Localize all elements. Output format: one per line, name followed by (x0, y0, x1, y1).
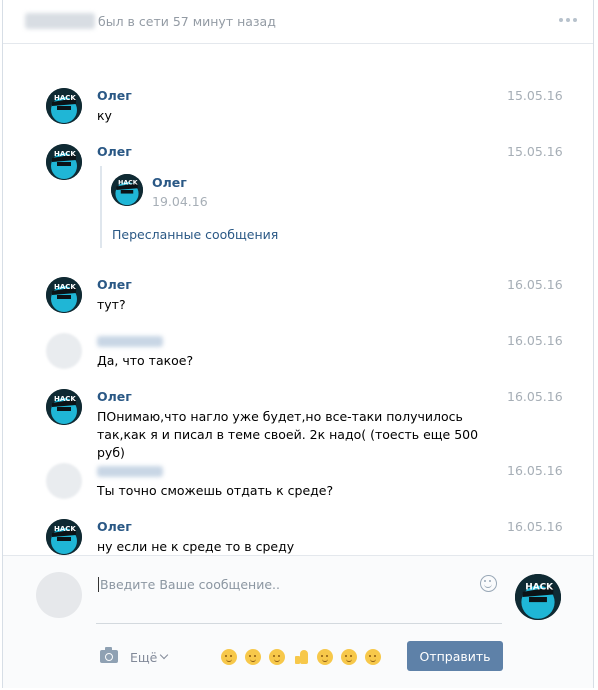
own-avatar[interactable] (36, 572, 82, 618)
message-text: Ты точно сможешь отдать к среде? (97, 483, 334, 498)
avatar[interactable]: HACK (111, 174, 143, 206)
message-item[interactable]: 16.05.16 Ты точно сможешь отдать к среде… (3, 463, 593, 503)
relieved-emoji-icon[interactable] (269, 649, 285, 665)
send-button[interactable]: Отправить (407, 641, 503, 671)
relieved-emoji-icon[interactable] (365, 649, 381, 665)
svg-text:HACK: HACK (54, 525, 76, 533)
message-author[interactable]: Олег (97, 88, 132, 103)
emoji-quick-bar (221, 649, 381, 665)
message-item[interactable]: HACK Олег 16.05.16 ну если не к среде то… (3, 519, 593, 555)
forwarded-date: 19.04.16 (152, 194, 208, 209)
message-author-blurred[interactable] (97, 336, 163, 347)
message-author[interactable]: Олег (97, 277, 132, 292)
message-date[interactable]: 16.05.16 (507, 333, 563, 348)
message-text: ПОнимаю,что нагло уже будет,но все-таки … (97, 408, 497, 462)
kissing-emoji-icon[interactable] (245, 649, 261, 665)
message-date[interactable]: 16.05.16 (507, 519, 563, 534)
avatar[interactable]: HACK (46, 277, 82, 313)
peer-name-blurred[interactable] (25, 13, 95, 29)
message-item[interactable]: HACK Олег 15.05.16 HACK Олег 19.04.16 Пе… (3, 144, 593, 254)
unamused-emoji-icon[interactable] (221, 649, 237, 665)
peer-last-seen: был в сети 57 минут назад (98, 14, 276, 29)
message-author[interactable]: Олег (97, 389, 132, 404)
message-author-blurred[interactable] (97, 466, 163, 477)
more-actions-icon[interactable] (559, 18, 577, 22)
attach-more-button[interactable]: Ещё (130, 650, 157, 665)
forwarded-author[interactable]: Олег (152, 175, 187, 190)
message-item[interactable]: HACK Олег 15.05.16 ку (3, 88, 593, 128)
avatar[interactable]: HACK (46, 144, 82, 180)
message-text-line: ПОнимаю,что нагло уже будет,но все-таки … (97, 409, 463, 424)
avatar[interactable]: HACK (46, 389, 82, 425)
message-composer: Введите Ваше сообщение.. HACK Ещё Отправ… (3, 555, 593, 688)
message-text: ну если не к среде то в среду (97, 539, 295, 554)
message-history[interactable]: HACK Олег 15.05.16 ку HACK Олег 15.05.16… (3, 45, 593, 555)
camera-icon[interactable] (100, 647, 118, 663)
chat-header: был в сети 57 минут назад (3, 0, 593, 44)
message-item[interactable]: HACK Олег 16.05.16 ПОнимаю,что нагло уже… (3, 389, 593, 460)
svg-text:HACK: HACK (54, 94, 76, 102)
forwarded-message[interactable]: HACK Олег 19.04.16 Пересланные сообщения (100, 166, 400, 248)
svg-text:HACK: HACK (54, 395, 76, 403)
avatar[interactable]: HACK (46, 88, 82, 124)
chevron-down-icon[interactable] (159, 650, 169, 660)
message-date[interactable]: 16.05.16 (507, 277, 563, 292)
peer-avatar[interactable]: HACK (515, 574, 561, 620)
svg-text:HACK: HACK (54, 283, 76, 291)
avatar[interactable] (46, 333, 82, 369)
message-text: ку (97, 108, 112, 123)
message-input[interactable]: Введите Ваше сообщение.. (96, 574, 502, 624)
message-text-line: так,как я и писал в теме своей. 2к надо(… (97, 427, 479, 460)
svg-text:HACK: HACK (525, 582, 554, 592)
confused-emoji-icon[interactable] (317, 649, 333, 665)
avatar[interactable] (46, 463, 82, 499)
message-author[interactable]: Олег (97, 144, 132, 159)
svg-text:HACK: HACK (118, 180, 138, 187)
message-item[interactable]: HACK Олег 16.05.16 тут? (3, 277, 593, 317)
emoji-picker-icon[interactable] (480, 575, 497, 592)
message-item[interactable]: 16.05.16 Да, что такое? (3, 333, 593, 373)
message-date[interactable]: 15.05.16 (507, 144, 563, 159)
message-text: Да, что такое? (97, 353, 194, 368)
forwarded-messages-link[interactable]: Пересланные сообщения (112, 227, 278, 242)
svg-text:HACK: HACK (54, 150, 76, 158)
message-author[interactable]: Олег (97, 519, 132, 534)
thumbs-up-icon[interactable] (293, 649, 309, 665)
blush-emoji-icon[interactable] (341, 649, 357, 665)
message-text: тут? (97, 297, 126, 312)
chat-window: был в сети 57 минут назад HACK Олег 15.0… (2, 0, 594, 688)
message-date[interactable]: 15.05.16 (507, 88, 563, 103)
message-date[interactable]: 16.05.16 (507, 389, 563, 404)
message-date[interactable]: 16.05.16 (507, 463, 563, 478)
avatar[interactable]: HACK (46, 519, 82, 555)
message-input-placeholder: Введите Ваше сообщение.. (98, 577, 280, 592)
